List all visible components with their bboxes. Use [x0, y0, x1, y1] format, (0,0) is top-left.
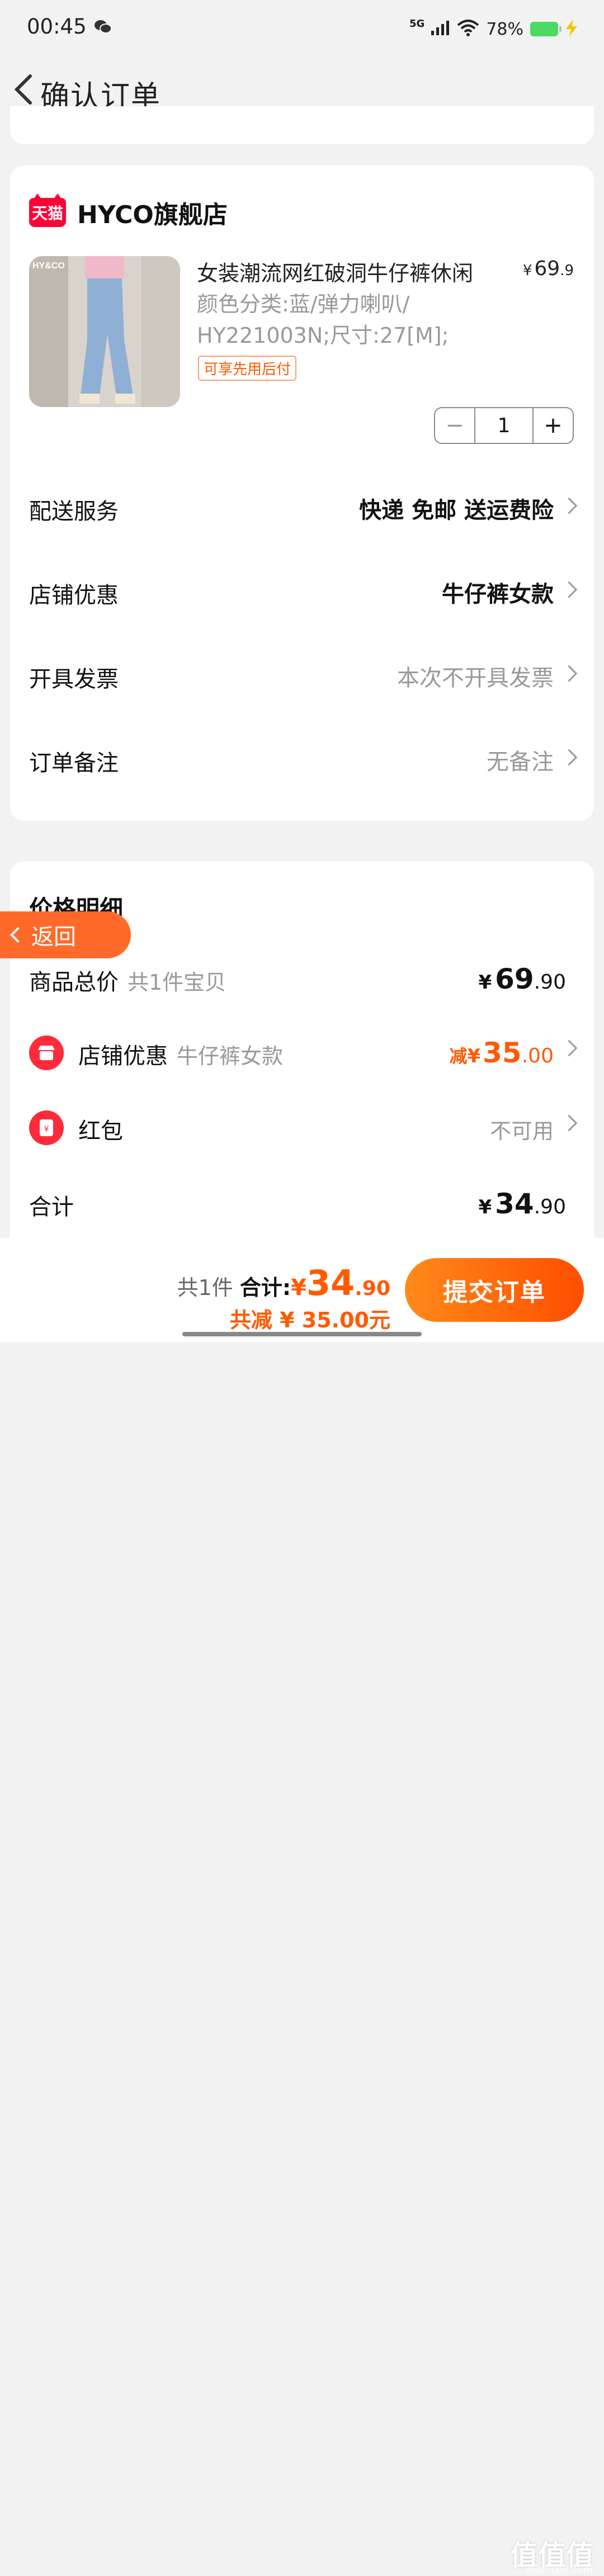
watermark-url: zhizhizhi.com: [525, 2564, 593, 2576]
battery-percent: 78%: [486, 19, 523, 39]
chevron-right-icon: [560, 749, 578, 766]
bottom-saved: 共减 ¥ 35.00元: [229, 1308, 390, 1332]
status-bar: 00:45 5G 78%: [0, 0, 604, 56]
quantity-stepper: − 1 +: [434, 407, 574, 444]
total-row: 合计 ¥34.90: [29, 1188, 566, 1220]
product-image[interactable]: HY&CO: [29, 256, 180, 407]
quantity-minus-button[interactable]: −: [435, 408, 474, 443]
tmall-badge-icon: 天猫: [29, 193, 66, 227]
total-amount: ¥34.90: [478, 1188, 566, 1220]
delivery-service-row[interactable]: 配送服务 快递 免邮 送运费险: [10, 481, 594, 531]
product-title[interactable]: 女装潮流网红破洞牛仔裤休闲: [197, 256, 499, 287]
signal-icon: [431, 21, 450, 37]
shop-discount-detail-row[interactable]: 店铺优惠 牛仔裤女款 减¥35.00: [10, 1023, 594, 1079]
submit-order-button[interactable]: 提交订单: [405, 1258, 584, 1322]
chevron-right-icon: [560, 665, 578, 682]
home-indicator[interactable]: [182, 1332, 422, 1336]
invoice-row[interactable]: 开具发票 本次不开具发票: [10, 649, 594, 699]
goods-total-amount: ¥69.90: [478, 963, 566, 995]
order-note-row[interactable]: 订单备注 无备注: [10, 732, 594, 783]
pay-later-tag: 可享先用后付: [198, 356, 297, 381]
shop-icon: [29, 1036, 64, 1070]
store-order-card: 天猫 HYCO旗舰店 HY&CO 女装潮流网红破洞牛仔裤休闲 ¥69.9 颜色分…: [10, 166, 594, 821]
chevron-left-icon: [10, 927, 26, 943]
store-name[interactable]: HYCO旗舰店: [77, 195, 228, 230]
battery-icon: [530, 22, 561, 36]
quantity-value[interactable]: 1: [474, 408, 534, 443]
product-price: ¥69.9: [522, 257, 574, 280]
chevron-right-icon: [560, 497, 578, 514]
status-time: 00:45: [27, 15, 87, 39]
svg-text:¥: ¥: [44, 1125, 49, 1134]
shop-discount-row[interactable]: 店铺优惠 牛仔裤女款: [10, 565, 594, 615]
product-image-logo: HY&CO: [32, 261, 65, 271]
chevron-right-icon: [560, 581, 578, 598]
red-packet-icon: ¥: [29, 1110, 64, 1145]
floating-back-button[interactable]: 返回: [0, 911, 131, 958]
product-spec[interactable]: 颜色分类:蓝/弹力喇叭/ HY221003N;尺寸:27[M];: [197, 289, 532, 351]
red-packet-row[interactable]: ¥ 红包 不可用: [10, 1098, 594, 1154]
shop-discount-amount: 减¥35.00: [449, 1037, 554, 1069]
bottom-bar: 共1件 合计:¥34.90 共减 ¥ 35.00元 提交订单 值值值 zhizh…: [0, 1238, 604, 2576]
quantity-plus-button[interactable]: +: [534, 408, 573, 443]
wifi-icon: [457, 20, 479, 39]
charging-icon: [565, 20, 578, 39]
bottom-total: 共1件 合计:¥34.90: [177, 1263, 390, 1303]
chevron-right-icon: [560, 1114, 578, 1132]
store-header[interactable]: 天猫 HYCO旗舰店: [29, 193, 228, 230]
back-button[interactable]: [8, 72, 41, 107]
wechat-icon: [94, 19, 112, 37]
chevron-right-icon: [560, 1039, 578, 1057]
network-type: 5G: [409, 17, 425, 30]
address-card-partial: [10, 106, 594, 144]
chevron-left-icon: [14, 74, 32, 105]
